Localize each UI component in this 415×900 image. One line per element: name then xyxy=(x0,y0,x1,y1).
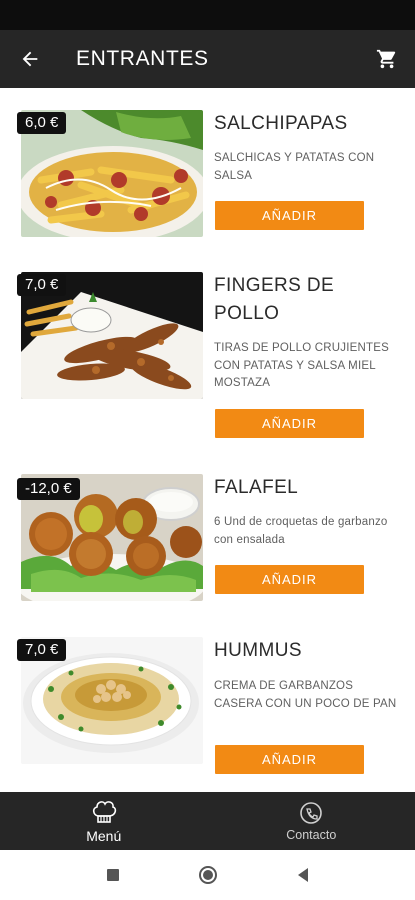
add-button[interactable]: AÑADIR xyxy=(215,565,364,594)
add-button[interactable]: AÑADIR xyxy=(215,409,364,438)
nav-item-contacto[interactable]: Contacto xyxy=(208,792,415,850)
home-button[interactable] xyxy=(160,850,255,900)
chef-hat-icon xyxy=(92,801,116,823)
square-icon xyxy=(106,869,119,881)
add-button[interactable]: AÑADIR xyxy=(215,201,364,230)
product-name: HUMMUS xyxy=(214,640,302,661)
product-name: SALCHIPAPAS xyxy=(214,113,348,134)
product-description: 6 Und de croquetas de garbanzo con ensal… xyxy=(214,516,388,546)
price-badge: 6,0 € xyxy=(17,112,67,134)
nav-label-menu: Menú xyxy=(86,828,122,844)
product-name: FALAFEL xyxy=(214,477,299,498)
product-description: CREMA DE GARBANZOS CASERA CON UN POCO DE… xyxy=(214,680,397,710)
arrow-left-icon xyxy=(22,51,38,67)
recents-button[interactable] xyxy=(65,850,160,900)
cart-button[interactable] xyxy=(359,30,415,88)
system-back-button[interactable] xyxy=(255,850,350,900)
product-description: SALCHICAS Y PATATAS CON SALSA xyxy=(214,152,375,182)
contact-icon xyxy=(300,802,323,824)
status-bar xyxy=(0,0,415,30)
add-button[interactable]: AÑADIR xyxy=(215,745,364,774)
price-badge: -12,0 € xyxy=(17,478,80,500)
product-list[interactable]: 6,0 € SALCHIPAPAS SALCHICAS Y PATATAS CO… xyxy=(0,88,415,792)
price-badge: 7,0 € xyxy=(17,274,67,296)
product-description: TIRAS DE POLLO CRUJIENTES CON PATATAS Y … xyxy=(214,342,389,389)
product-name: FINGERS DE POLLO xyxy=(214,275,335,324)
circle-icon xyxy=(198,866,217,884)
system-navigation-bar xyxy=(0,850,415,900)
app-bar: ENTRANTES xyxy=(0,30,415,88)
page-title: ENTRANTES xyxy=(76,47,209,70)
cart-icon xyxy=(376,49,396,69)
nav-label-contacto: Contacto xyxy=(286,828,337,842)
price-badge: 7,0 € xyxy=(17,639,67,661)
nav-item-menu[interactable]: Menú xyxy=(0,792,208,850)
triangle-back-icon xyxy=(297,868,308,882)
bottom-nav: Menú Contacto xyxy=(0,792,415,850)
back-button[interactable] xyxy=(0,30,60,88)
